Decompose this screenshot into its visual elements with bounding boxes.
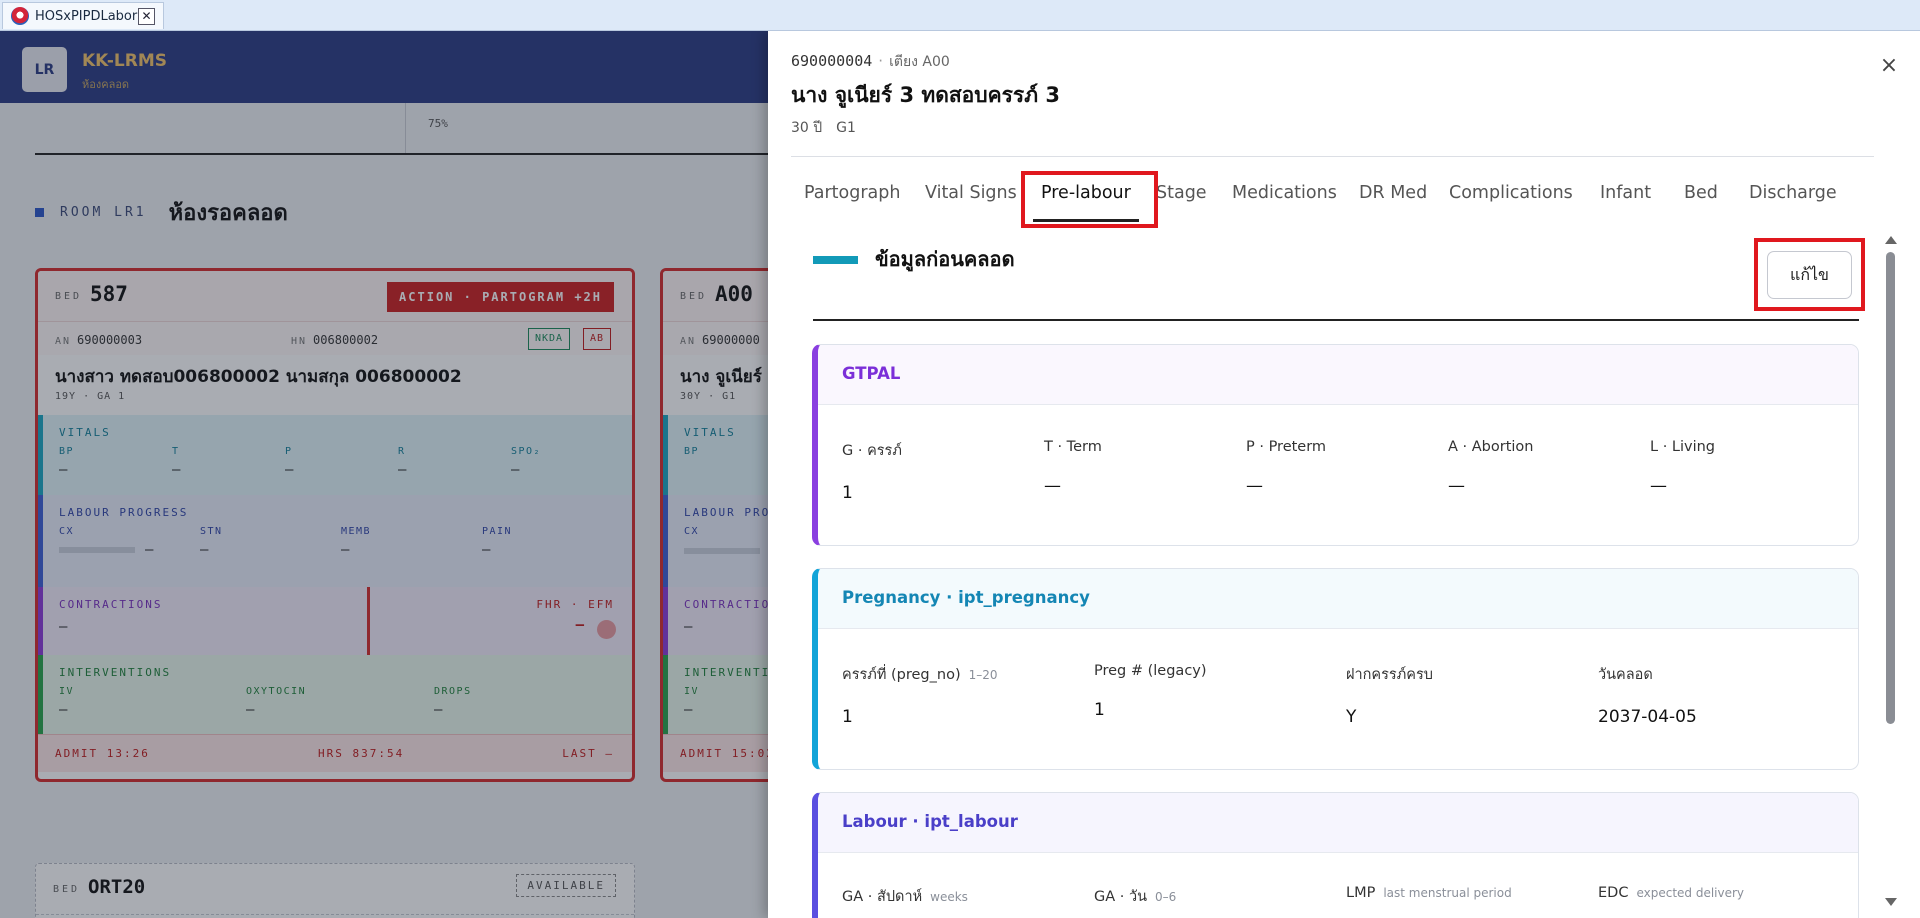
field-label: G · ครรภ์ (842, 443, 902, 459)
field-value: Y (1346, 707, 1357, 727)
section-title: ข้อมูลก่อนคลอด (875, 247, 1015, 271)
field-label: EDC (1598, 885, 1629, 901)
tab-dr-med[interactable]: DR Med (1359, 183, 1427, 203)
field-value: 1 (1094, 700, 1105, 720)
field-label: ฝากครรภ์ครบ (1346, 667, 1433, 683)
field-hint: expected delivery (1636, 886, 1745, 900)
modal-overlay[interactable] (0, 31, 768, 918)
gtpal-card: GTPAL G · ครรภ์ 1 T · Term — P · Preterm — … (812, 344, 1859, 546)
gtpal-field: T · Term — (1044, 439, 1102, 496)
scroll-up-icon[interactable] (1885, 236, 1897, 244)
field-hint: 1–20 (968, 668, 998, 682)
gtpal-field: L · Living — (1650, 439, 1715, 496)
labour-field: GA · สัปดาห์ weeks (842, 885, 968, 908)
field-value: — (1044, 476, 1061, 496)
field-hint: weeks (930, 890, 968, 904)
app-logo-icon (11, 7, 29, 25)
tab-complications[interactable]: Complications (1449, 183, 1573, 203)
gtpal-title: GTPAL (842, 364, 901, 383)
app-root: LR KK-LRMS ห้องคลอด 75% ROOM LR1 ห้องรอค… (0, 31, 1920, 918)
drawer-an: 690000004 (791, 52, 873, 70)
tab-stage[interactable]: Stage (1156, 183, 1207, 203)
gtpal-field: P · Preterm — (1246, 439, 1326, 496)
tab-medications[interactable]: Medications (1232, 183, 1337, 203)
drawer-patient-name: นาง จูเนียร์ 3 ทดสอบครรภ์ 3 (791, 83, 1060, 107)
field-label: L · Living (1650, 439, 1716, 455)
tab-discharge[interactable]: Discharge (1749, 183, 1837, 203)
pregnancy-field: ครรภ์ที่ (preg_no) 1–20 1 (842, 663, 998, 727)
drawer-an-line: 690000004 · เตียง A00 (791, 52, 950, 70)
highlight-box-edit (1754, 238, 1865, 311)
field-value: 1 (842, 483, 853, 503)
tab-infant[interactable]: Infant (1600, 183, 1651, 203)
labour-card-title: Labour · ipt_labour (842, 812, 1018, 831)
field-label: ครรภ์ที่ (preg_no) (842, 667, 961, 683)
window-tab[interactable]: HOSxPIPDLabor ✕ (2, 2, 164, 29)
scroll-down-icon[interactable] (1885, 898, 1897, 906)
field-label: Preg # (legacy) (1094, 663, 1207, 679)
drawer-bed: เตียง A00 (889, 54, 950, 70)
window-tab-title: HOSxPIPDLabor (35, 8, 138, 24)
drawer-patient-meta: 30 ปี G1 (791, 117, 870, 139)
pregnancy-title: Pregnancy · ipt_pregnancy (842, 588, 1090, 607)
drawer-scrollbar[interactable] (1882, 236, 1898, 906)
highlight-box-tab (1021, 171, 1158, 228)
field-value: 2037-04-05 (1598, 707, 1697, 727)
labour-card: Labour · ipt_labour GA · สัปดาห์ weeks GA… (812, 792, 1859, 918)
labour-field: LMP last menstrual period (1346, 885, 1512, 901)
field-hint: last menstrual period (1383, 886, 1512, 900)
tab-bed[interactable]: Bed (1684, 183, 1718, 203)
pregnancy-card: Pregnancy · ipt_pregnancy ครรภ์ที่ (preg… (812, 568, 1859, 770)
field-label: GA · วัน (1094, 889, 1148, 905)
window-titlebar: HOSxPIPDLabor ✕ (0, 0, 1920, 31)
pregnancy-field: ฝากครรภ์ครบ Y (1346, 663, 1433, 727)
window-tab-close-button[interactable]: ✕ (138, 8, 155, 25)
drawer-age: 30 ปี (791, 120, 823, 136)
labour-field: EDC expected delivery (1598, 885, 1744, 901)
field-value: — (1448, 476, 1465, 496)
field-label: T · Term (1044, 439, 1102, 455)
field-hint: 0–6 (1155, 890, 1177, 904)
patient-drawer: 690000004 · เตียง A00 นาง จูเนียร์ 3 ทดสอบ… (768, 31, 1920, 918)
field-value: 1 (842, 707, 853, 727)
field-value: — (1650, 476, 1667, 496)
close-icon[interactable]: × (1874, 51, 1904, 81)
tab-partograph[interactable]: Partograph (804, 183, 900, 203)
field-label: GA · สัปดาห์ (842, 889, 923, 905)
field-label: A · Abortion (1448, 439, 1534, 455)
scroll-thumb[interactable] (1886, 252, 1895, 724)
section-accent-bar (813, 256, 858, 264)
labour-field: GA · วัน 0–6 (1094, 885, 1176, 908)
field-label: LMP (1346, 885, 1376, 901)
field-value: — (1246, 476, 1263, 496)
drawer-gravida: G1 (836, 120, 856, 136)
tab-vital-signs[interactable]: Vital Signs (925, 183, 1017, 203)
pregnancy-field: วันคลอด 2037-04-05 (1598, 663, 1697, 727)
field-label: วันคลอด (1598, 667, 1653, 683)
field-label: P · Preterm (1246, 439, 1327, 455)
gtpal-field: G · ครรภ์ 1 (842, 439, 902, 503)
pregnancy-field: Preg # (legacy) 1 (1094, 663, 1207, 720)
gtpal-field: A · Abortion — (1448, 439, 1533, 496)
